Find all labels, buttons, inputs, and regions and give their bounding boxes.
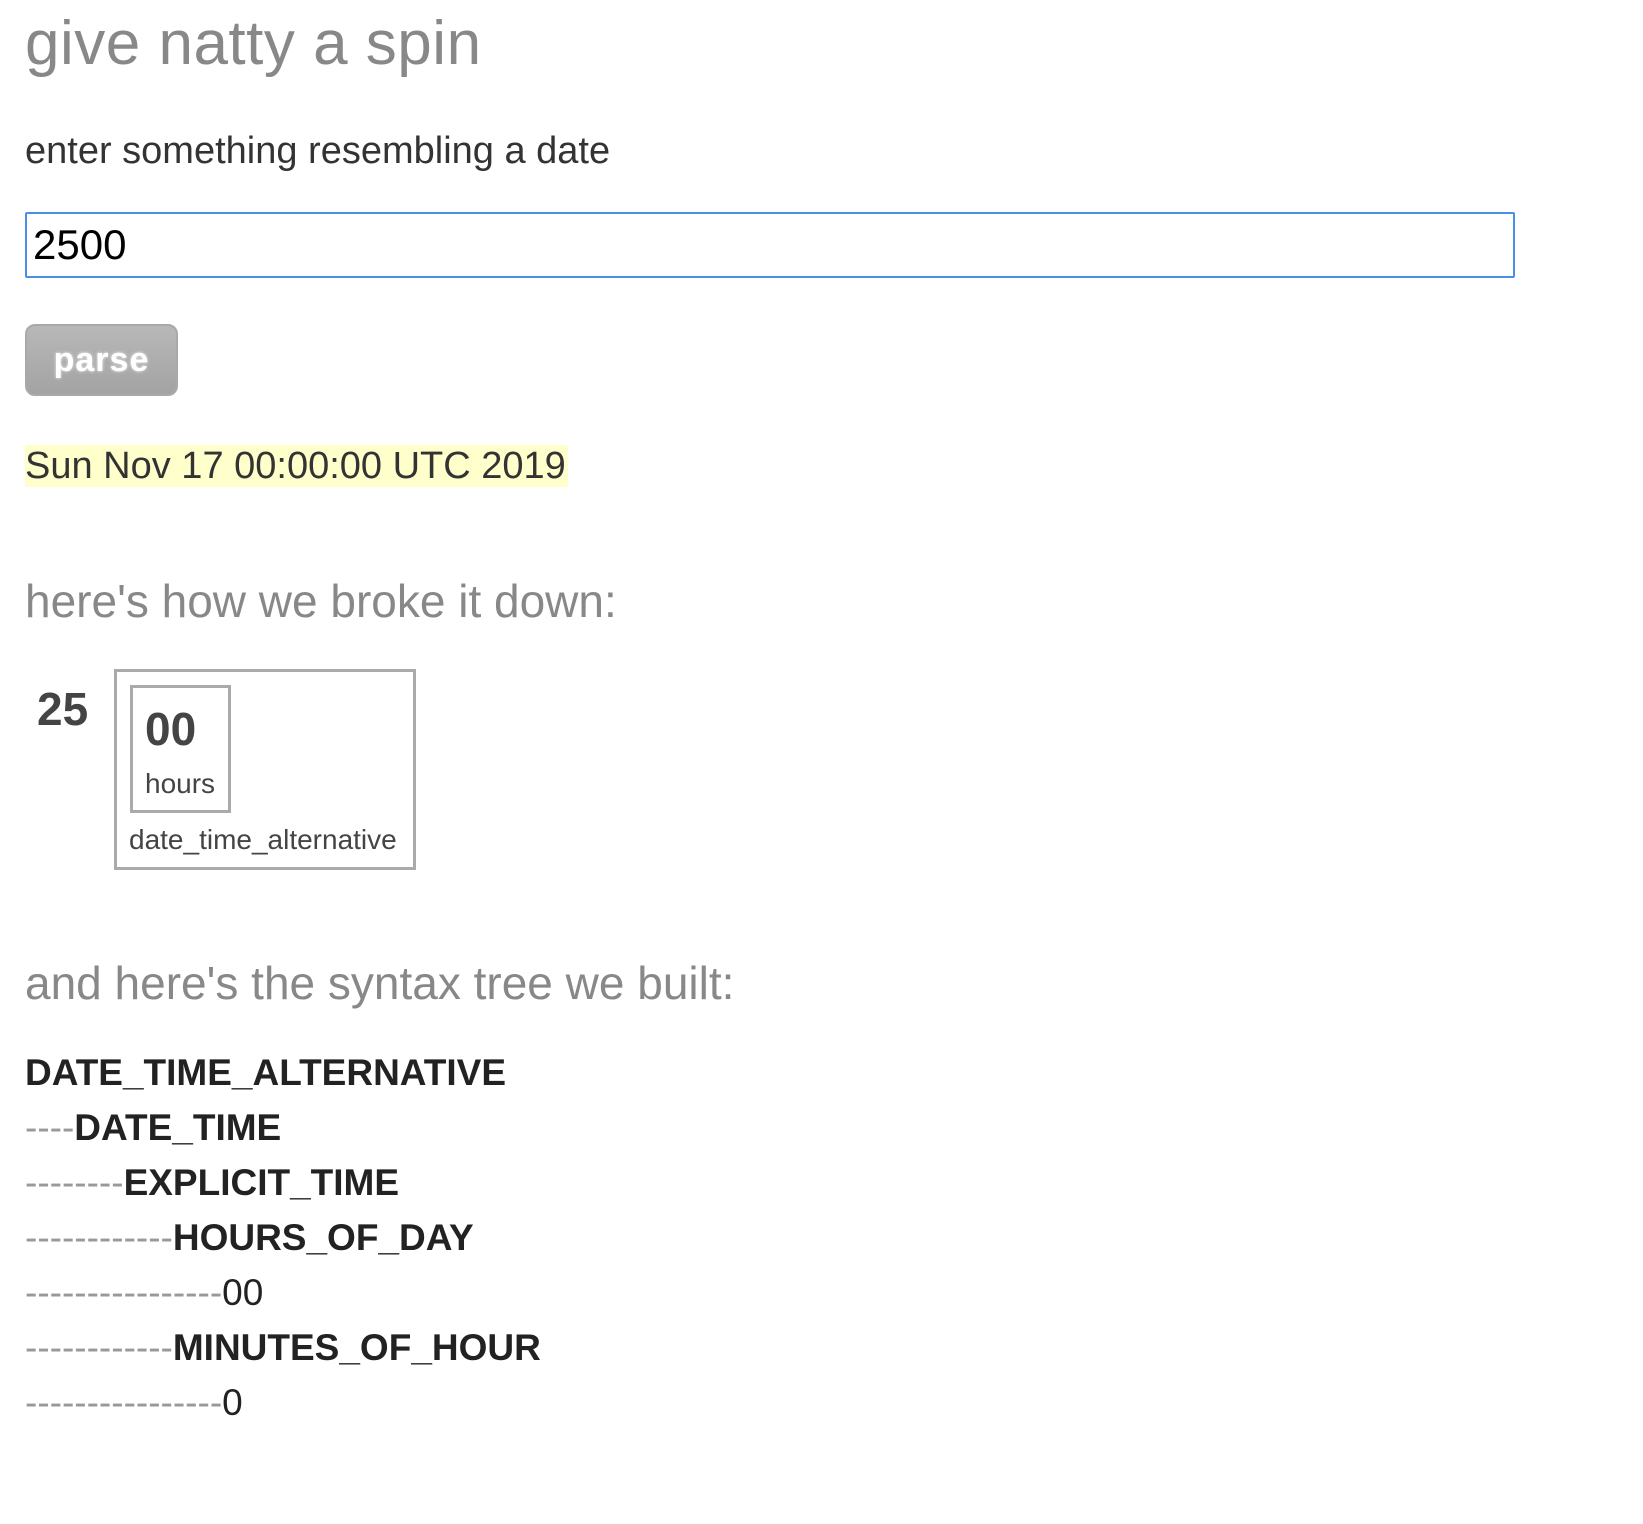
input-prompt-label: enter something resembling a date — [25, 130, 611, 172]
tree-node-label: MINUTES_OF_HOUR — [172, 1327, 541, 1368]
parse-button[interactable]: parse — [25, 324, 178, 396]
token-box: 00 hours — [130, 685, 231, 813]
tree-indent: ------------ — [25, 1217, 173, 1258]
tree-node-label: DATE_TIME_ALTERNATIVE — [25, 1052, 507, 1093]
tree-node: ------------MINUTES_OF_HOUR — [25, 1323, 541, 1373]
tree-node: ----------------0 — [25, 1378, 243, 1428]
tree-node-label: EXPLICIT_TIME — [123, 1162, 400, 1203]
token-label: hours — [145, 768, 216, 799]
tree-indent: ---------------- — [25, 1272, 223, 1313]
tree-indent: -------- — [25, 1162, 124, 1203]
token-group-box: 00 hours date_time_alternative — [114, 669, 416, 870]
tree-indent: ---- — [25, 1107, 75, 1148]
tree-node-label: HOURS_OF_DAY — [172, 1217, 474, 1258]
tree-indent: ---------------- — [25, 1382, 223, 1423]
tree-leaf-value: 00 — [222, 1272, 264, 1313]
tree-node: DATE_TIME_ALTERNATIVE — [25, 1048, 506, 1098]
breakdown-heading: here's how we broke it down: — [25, 575, 617, 627]
syntax-tree-heading: and here's the syntax tree we built: — [25, 957, 735, 1009]
unmatched-token: 25 — [37, 683, 89, 735]
tree-node-label: DATE_TIME — [74, 1107, 282, 1148]
parsed-date-result: Sun Nov 17 00:00:00 UTC 2019 — [25, 445, 568, 487]
tree-leaf-value: 0 — [222, 1382, 243, 1423]
page-title: give natty a spin — [25, 9, 482, 78]
token-value: 00 — [145, 703, 197, 755]
tree-node: ----DATE_TIME — [25, 1103, 281, 1153]
tree-node: --------EXPLICIT_TIME — [25, 1158, 399, 1208]
tree-node: ----------------00 — [25, 1268, 263, 1318]
token-group-label: date_time_alternative — [129, 824, 397, 855]
date-input[interactable] — [25, 212, 1515, 278]
tree-node: ------------HOURS_OF_DAY — [25, 1213, 474, 1263]
tree-indent: ------------ — [25, 1327, 173, 1368]
